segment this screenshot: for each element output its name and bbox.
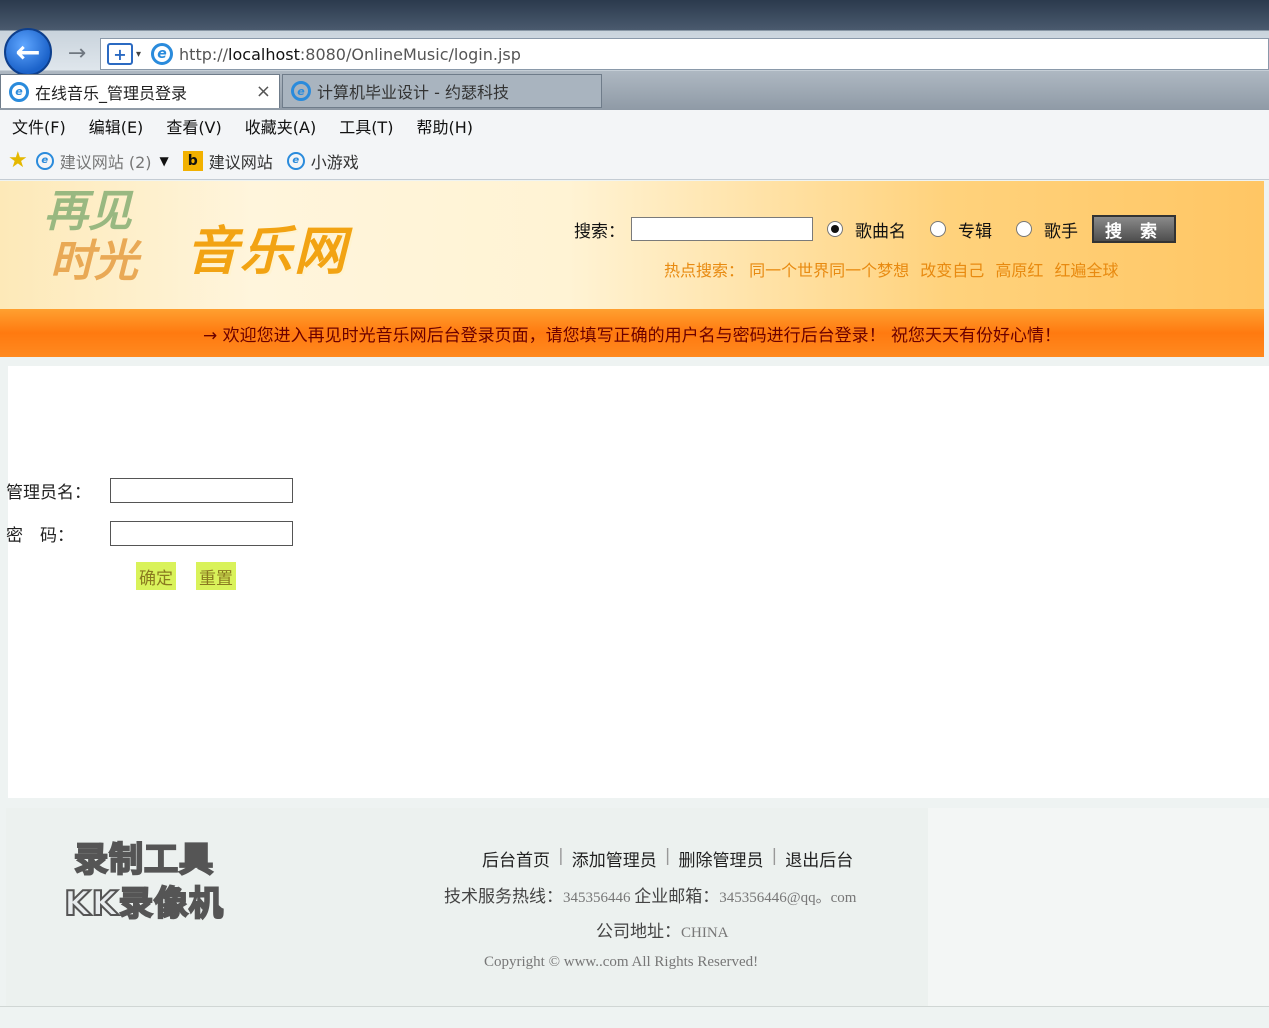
address-bar[interactable]: + ▾ e http://localhost:8080/OnlineMusic/…: [100, 38, 1269, 70]
address-value: CHINA: [681, 925, 729, 941]
login-panel: 管理员名： 密 码： 确定 重置: [6, 366, 1269, 798]
radio-button[interactable]: [827, 221, 843, 237]
radio-label: 专辑: [958, 221, 992, 242]
username-input[interactable]: [110, 478, 293, 503]
favorites-star-icon[interactable]: ★: [8, 148, 28, 173]
menu-help[interactable]: 帮助(H): [416, 114, 473, 138]
browser-chrome: ← → + ▾ e http://localhost:8080/OnlineMu…: [0, 0, 1269, 110]
menu-view[interactable]: 查看(V): [166, 114, 221, 138]
confirm-button[interactable]: 确定: [136, 562, 176, 590]
divider: |: [558, 846, 564, 866]
divider: |: [771, 846, 778, 866]
fav-label: 建议网站: [208, 152, 273, 172]
email-label: 企业邮箱：: [634, 887, 720, 907]
logo-script-line2: 时光: [50, 236, 138, 287]
footer-links: 后台首页 | 添加管理员 | 删除管理员 | 退出后台: [482, 846, 861, 871]
address-url[interactable]: http://localhost:8080/OnlineMusic/login.…: [179, 45, 521, 64]
close-icon[interactable]: ×: [256, 81, 271, 102]
dropdown-arrow-icon[interactable]: ▼: [160, 154, 169, 168]
fav-mini-games[interactable]: e 小游戏: [286, 149, 359, 173]
footer-copyright: Copyright © www..com All Rights Reserved…: [484, 954, 759, 970]
welcome-banner: → 欢迎您进入再见时光音乐网后台登录页面，请您填写正确的用户名与密码进行后台登录…: [0, 309, 1264, 357]
search-input[interactable]: [631, 217, 813, 241]
search-label: 搜索：: [574, 221, 625, 242]
watermark-line2: KK录像机: [63, 883, 224, 925]
shield-icon[interactable]: +: [107, 43, 133, 65]
footer: 录制工具 KK录像机 后台首页 | 添加管理员 | 删除管理员 | 退出后台 技…: [6, 808, 1269, 1006]
search-area: 搜索： 歌曲名 专辑 歌手 搜 索: [574, 215, 1176, 243]
ie-page-icon: e: [286, 151, 305, 170]
radio-button[interactable]: [930, 221, 946, 237]
reset-button[interactable]: 重置: [196, 562, 236, 590]
footer-link-add-admin[interactable]: 添加管理员: [572, 846, 657, 871]
watermark-line1: 录制工具: [73, 839, 214, 881]
forward-button[interactable]: →: [62, 38, 92, 68]
menu-favorites[interactable]: 收藏夹(A): [245, 114, 316, 138]
tab-graduation-design[interactable]: e 计算机毕业设计 - 约瑟科技: [282, 74, 602, 108]
fav-label: 小游戏: [310, 152, 359, 172]
page-bottom: [0, 1006, 1269, 1028]
forward-arrow-icon: →: [67, 40, 87, 66]
menu-bar: 文件(F) 编辑(E) 查看(V) 收藏夹(A) 工具(T) 帮助(H): [0, 110, 1269, 142]
menu-file[interactable]: 文件(F): [12, 114, 66, 138]
favorites-bar: ★ e 建议网站 (2) ▼ b 建议网站 e 小游戏: [0, 142, 1269, 180]
ie-tab-icon: e: [291, 81, 311, 101]
ie-page-icon: e: [35, 151, 54, 170]
footer-contact: 技术服务热线：345356446 企业邮箱：345356446@qq。com: [444, 882, 856, 907]
menu-tools[interactable]: 工具(T): [339, 114, 393, 138]
fav-suggested-sites[interactable]: b 建议网站: [182, 149, 273, 173]
password-row: 密 码：: [6, 521, 293, 546]
hot-search-item[interactable]: 同一个世界同一个梦想: [749, 261, 909, 280]
hot-search-item[interactable]: 红遍全球: [1054, 261, 1118, 280]
footer-side-panel: [928, 808, 1269, 1006]
back-arrow-icon: ←: [15, 34, 41, 70]
radio-label: 歌手: [1044, 221, 1078, 242]
email-value: 345356446@qq。com: [719, 890, 857, 906]
password-input[interactable]: [110, 521, 293, 546]
footer-link-logout[interactable]: 退出后台: [785, 846, 853, 871]
fav-suggested-sites-dropdown[interactable]: e 建议网站 (2) ▼: [35, 149, 169, 173]
radio-singer[interactable]: 歌手: [1016, 217, 1078, 242]
hot-search-item[interactable]: 改变自己: [920, 261, 984, 280]
divider: |: [664, 846, 671, 866]
footer-link-delete-admin[interactable]: 删除管理员: [678, 846, 763, 871]
hot-search-item[interactable]: 高原红: [995, 261, 1043, 280]
address-label: 公司地址：: [596, 922, 681, 942]
footer-address: 公司地址：CHINA: [596, 917, 729, 942]
bing-icon: b: [182, 150, 203, 171]
menu-edit[interactable]: 编辑(E): [89, 114, 144, 138]
tab-admin-login[interactable]: e 在线音乐_管理员登录 ×: [0, 74, 280, 108]
footer-link-home[interactable]: 后台首页: [482, 846, 550, 871]
ie-page-icon: e: [151, 43, 174, 65]
hot-search: 热点搜索： 同一个世界同一个梦想 改变自己 高原红 红遍全球: [664, 257, 1124, 281]
radio-label: 歌曲名: [855, 221, 906, 242]
recorder-watermark: 录制工具 KK录像机: [46, 838, 242, 926]
hot-search-label: 热点搜索：: [664, 261, 745, 280]
chevron-down-icon[interactable]: ▾: [136, 49, 141, 60]
username-label: 管理员名：: [6, 483, 91, 503]
site-header: 再见 时光 音乐网 搜索： 歌曲名 专辑 歌手 搜 索 热点搜索： 同一个世界同…: [0, 181, 1264, 309]
logo-script: 再见 时光: [44, 187, 174, 299]
site-logo-text: 音乐网: [186, 222, 349, 282]
tab-label: 在线音乐_管理员登录: [35, 83, 188, 103]
password-label: 密 码：: [6, 526, 74, 546]
hotline-value: 345356446: [563, 890, 631, 906]
radio-album[interactable]: 专辑: [930, 217, 992, 242]
fav-label: 建议网站 (2): [59, 152, 152, 172]
search-button[interactable]: 搜 索: [1092, 215, 1176, 243]
back-button[interactable]: ←: [4, 28, 52, 76]
radio-button[interactable]: [1016, 221, 1032, 237]
tab-strip: e 在线音乐_管理员登录 × e 计算机毕业设计 - 约瑟科技: [0, 74, 602, 108]
hotline-label: 技术服务热线：: [444, 887, 563, 907]
radio-song-name[interactable]: 歌曲名: [827, 217, 906, 242]
ie-tab-icon: e: [9, 81, 29, 102]
logo-script-line1: 再见: [44, 186, 132, 237]
tab-label: 计算机毕业设计 - 约瑟科技: [317, 83, 509, 102]
username-row: 管理员名：: [6, 478, 293, 503]
